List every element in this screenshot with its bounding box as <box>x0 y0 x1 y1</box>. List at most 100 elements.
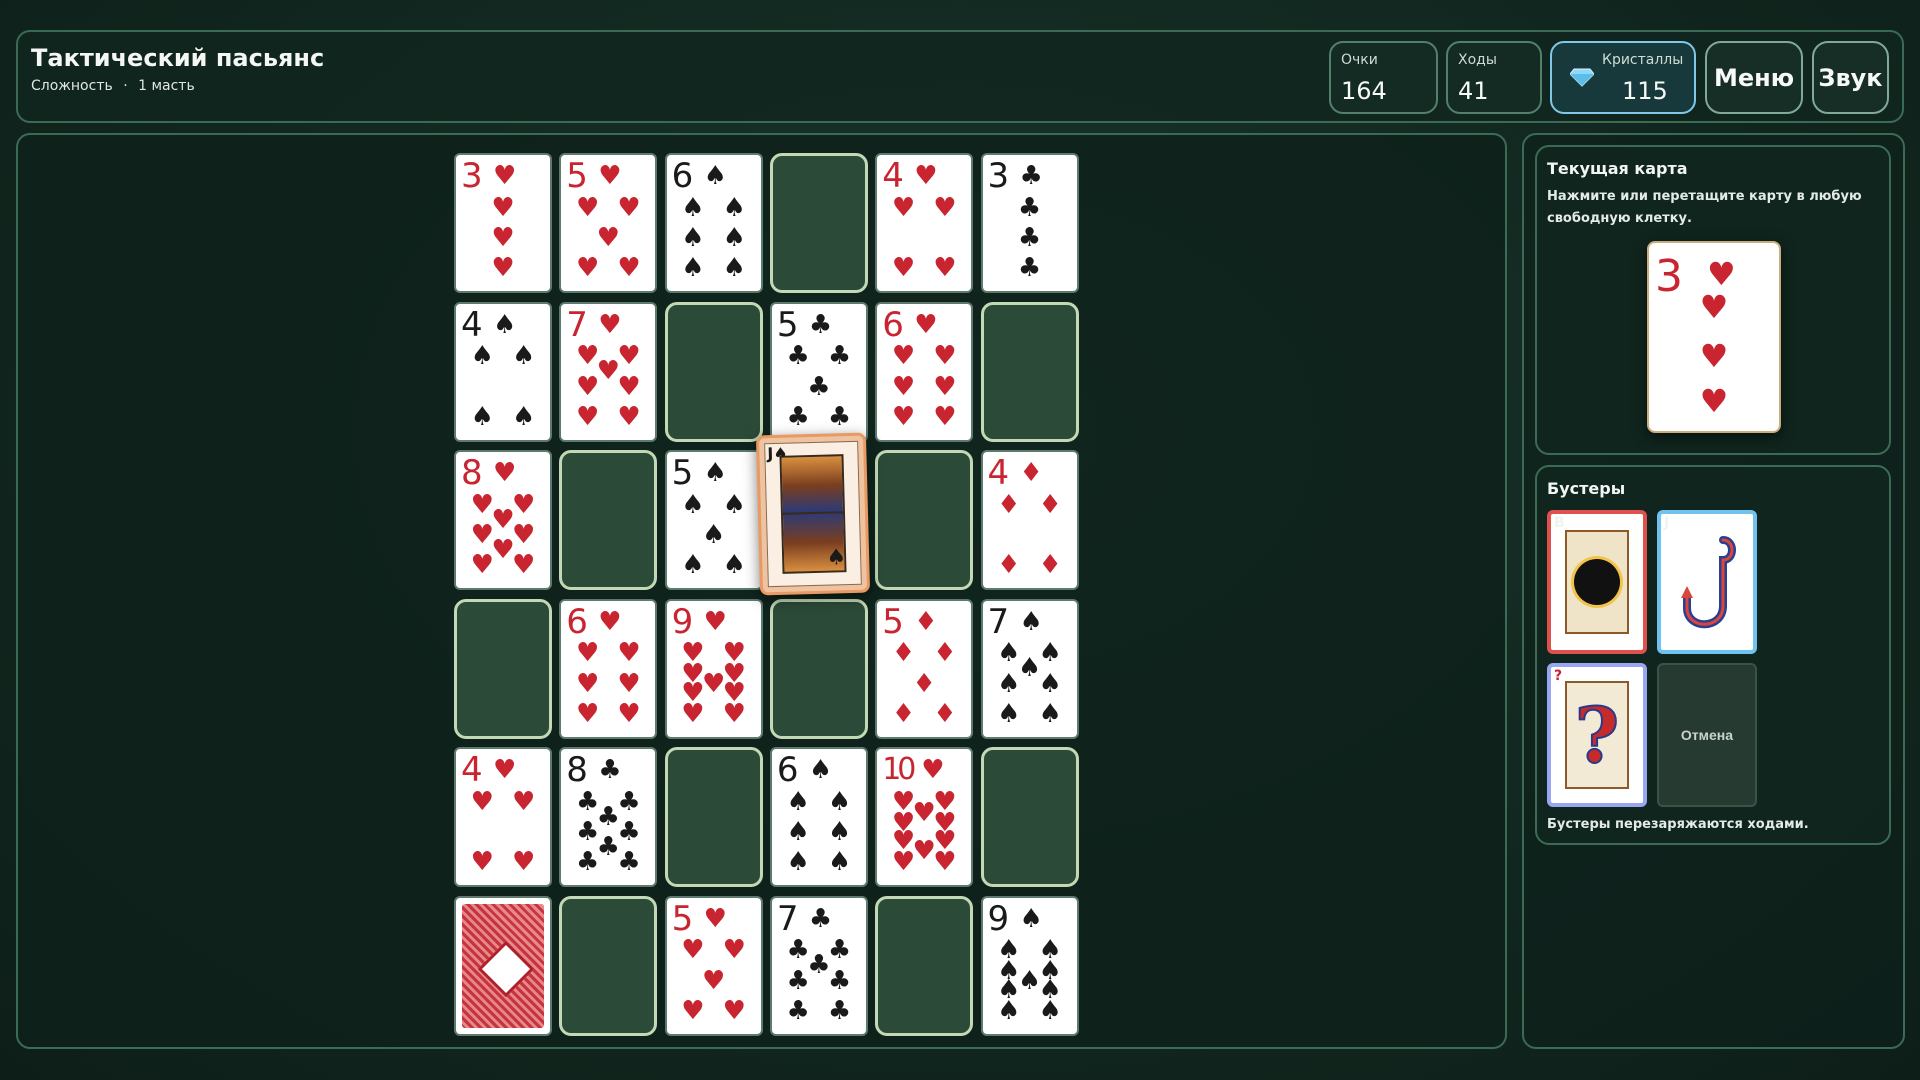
empty-slot[interactable] <box>664 301 763 442</box>
suit-pip: ♣ <box>786 341 810 372</box>
empty-slot[interactable] <box>980 301 1079 442</box>
suit-pip: ♠ <box>1038 995 1062 1026</box>
playing-card[interactable]: 4 ♥ ♥ ♥ ♥ ♥ <box>454 747 552 887</box>
empty-slot[interactable] <box>559 450 658 590</box>
playing-card[interactable]: 4 ♥ ♥ ♥ ♥ ♥ <box>875 153 974 293</box>
playing-card[interactable]: 3 ♥ ♥ ♥ ♥ <box>454 153 552 293</box>
playing-card[interactable]: 7 ♠ ♠ ♠ ♠ ♠ ♠ ♠ ♠ <box>980 598 1079 739</box>
suit-pip: ♣ <box>1017 192 1042 223</box>
playing-card[interactable]: 10 ♥ ♥ ♥ ♥ ♥ ♥ ♥ ♥ ♥ ♥ ♥ <box>875 747 974 887</box>
card-rank: 5 <box>776 304 799 345</box>
playing-card[interactable]: 5 ♠ ♠ ♠ ♠ ♠ ♠ <box>664 450 763 590</box>
card-corner-suit: ♣ <box>1019 161 1043 191</box>
empty-slot[interactable] <box>980 747 1079 887</box>
card-corner-suit: ♥ <box>703 903 727 934</box>
playing-card[interactable]: 6 ♥ ♥ ♥ ♥ ♥ ♥ ♥ <box>559 598 658 739</box>
face-down-card[interactable] <box>454 895 552 1036</box>
current-card-panel: Текущая карта Нажмите или перетащите кар… <box>1535 145 1891 455</box>
playing-card[interactable]: 6 ♠ ♠ ♠ ♠ ♠ ♠ ♠ <box>664 153 763 293</box>
card-rank: 7 <box>776 898 799 939</box>
empty-slot[interactable] <box>454 598 552 739</box>
crystal-icon <box>1570 68 1594 87</box>
empty-slot[interactable] <box>769 153 868 293</box>
playing-card[interactable]: 5 ♦ ♦ ♦ ♦ ♦ ♦ <box>875 598 974 739</box>
suit-pip: ♥ <box>681 995 705 1026</box>
suit-pip: ♣ <box>827 995 852 1026</box>
suit-pip: ♠ <box>470 341 494 372</box>
card-rank: 9 <box>987 898 1010 939</box>
menu-button[interactable]: Меню <box>1705 41 1803 114</box>
playing-card[interactable]: 6 ♥ ♥ ♥ ♥ ♥ ♥ ♥ <box>875 301 974 442</box>
crystals-box[interactable]: Кристаллы 115 <box>1550 41 1696 114</box>
card-corner-suit: ♠ <box>703 458 727 488</box>
empty-slot[interactable] <box>769 598 868 739</box>
empty-slot[interactable] <box>875 895 974 1036</box>
card-rank: 4 <box>461 304 483 345</box>
playing-card[interactable]: 8 ♣ ♣ ♣ ♣ ♣ ♣ ♣ ♣ ♣ <box>559 747 658 887</box>
playing-card[interactable]: 7 ♥ ♥ ♥ ♥ ♥ ♥ ♥ ♥ <box>559 301 658 442</box>
suit-pip: ♥ <box>512 520 536 550</box>
card-rank: 6 <box>776 750 799 790</box>
card-rank: 5 <box>671 453 694 493</box>
suit-pip: ♣ <box>786 401 810 432</box>
card-corner-suit: ♥ <box>493 458 517 488</box>
suit-pip: ♥ <box>512 489 536 520</box>
suit-pip: ♣ <box>827 341 852 372</box>
suit-pip: ♠ <box>470 401 494 432</box>
suit-pip: ♣ <box>575 847 600 878</box>
suit-pip: ♣ <box>1017 253 1042 284</box>
suit-pip: ♠ <box>681 489 705 520</box>
sound-button[interactable]: Звук <box>1812 41 1889 114</box>
difficulty-label: Сложность <box>31 78 113 94</box>
card-rank: 3 <box>461 156 483 196</box>
card-corner-suit: ♣ <box>808 309 833 340</box>
suit-pip: ♥ <box>596 223 620 253</box>
jack-of-spades-icon[interactable]: J♠ ♠ <box>755 432 871 596</box>
suit-pip: ♥ <box>891 401 916 432</box>
playing-card[interactable]: 6 ♠ ♠ ♠ ♠ ♠ ♠ ♠ <box>769 747 868 887</box>
card-corner-suit: ♠ <box>703 161 727 191</box>
suit-pip: ♣ <box>617 786 641 817</box>
playing-card[interactable]: 5 ♥ ♥ ♥ ♥ ♥ ♥ <box>559 153 658 293</box>
card-rank: 4 <box>882 156 904 196</box>
playing-card[interactable]: 9 ♥ ♥ ♥ ♥ ♥ ♥ ♥ ♥ ♥ ♥ <box>664 598 763 739</box>
playing-card[interactable]: 5 ♥ ♥ ♥ ♥ ♥ ♥ <box>664 895 763 1036</box>
playing-card[interactable]: 5 ♣ ♣ ♣ ♣ ♣ ♣ <box>769 301 868 442</box>
playing-card[interactable]: 4 ♠ ♠ ♠ ♠ ♠ <box>454 301 552 442</box>
suit-pip: ♠ <box>827 786 852 817</box>
suit-pip: ♣ <box>827 965 852 996</box>
moves-label: Ходы <box>1458 52 1497 68</box>
suit-pip: ♥ <box>512 550 536 581</box>
card-rank: 4 <box>461 750 483 790</box>
suit-pip: ♠ <box>786 786 810 817</box>
suit-pip: ♥ <box>891 341 916 372</box>
playing-card[interactable]: 7 ♣ ♣ ♣ ♣ ♣ ♣ ♣ ♣ <box>769 895 868 1036</box>
suit-pip: ♥ <box>933 847 957 878</box>
card-corner-suit: ♦ <box>914 606 938 637</box>
suit-pip: ♠ <box>997 668 1021 699</box>
current-card[interactable]: 3 ♥ ♥ ♥ ♥ <box>1647 241 1781 433</box>
playing-card[interactable]: 3 ♣ ♣ ♣ ♣ <box>980 153 1079 293</box>
playing-card[interactable]: 4 ♦ ♦ ♦ ♦ ♦ <box>980 450 1079 590</box>
suit-pip: ♥ <box>891 371 916 402</box>
suit-pip: ♥ <box>933 341 957 372</box>
suit-pip: ♣ <box>1017 223 1042 253</box>
suit-pip: ♥ <box>617 638 641 669</box>
suit-pip: ♥ <box>933 371 957 402</box>
empty-slot[interactable] <box>559 895 658 1036</box>
suit-pip: ♥ <box>617 698 641 729</box>
suit-pip: ♥ <box>681 935 705 966</box>
empty-slot[interactable] <box>664 747 763 887</box>
bomb-booster[interactable]: B <box>1547 510 1647 654</box>
suit-pip: ♥ <box>575 698 600 729</box>
moves-value: 41 <box>1458 77 1489 105</box>
cancel-booster-button[interactable]: Отмена <box>1657 663 1757 807</box>
empty-slot[interactable] <box>875 450 974 590</box>
playing-card[interactable]: 8 ♥ ♥ ♥ ♥ ♥ ♥ ♥ ♥ ♥ <box>454 450 552 590</box>
hook-booster[interactable]: J <box>1657 510 1757 654</box>
suit-pip: ♥ <box>512 786 536 817</box>
suit-pip: ♥ <box>891 253 916 284</box>
playing-card[interactable]: 9 ♠ ♠ ♠ ♠ ♠ ♠ ♠ ♠ ♠ ♠ <box>980 895 1079 1036</box>
suit-pip: ♥ <box>722 698 746 729</box>
question-booster[interactable]: ? ? <box>1547 663 1647 807</box>
